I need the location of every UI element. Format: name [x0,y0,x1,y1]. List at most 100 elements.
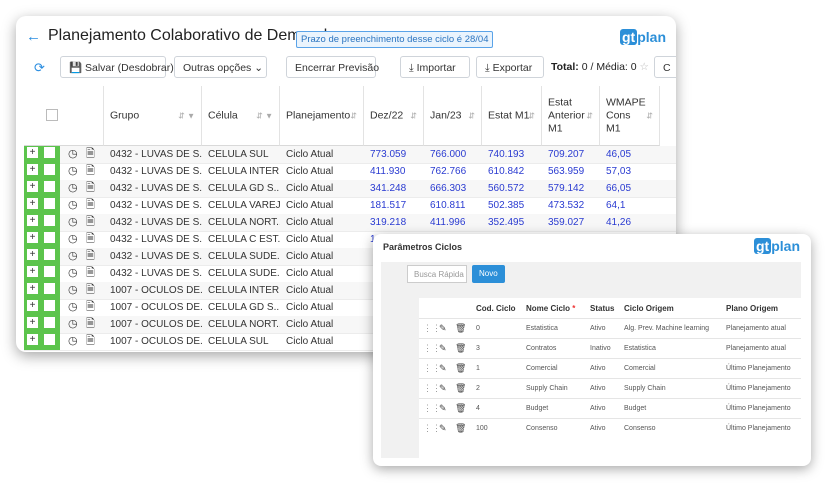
trash-icon[interactable]: 🗑 [455,403,466,414]
cell-5[interactable]: 740.193 [488,146,544,163]
close-forecast-button[interactable]: Encerrar Previsão [286,56,379,78]
expand-icon[interactable]: + [27,147,38,158]
other-options-dropdown[interactable]: Outras opções ⌄ [174,56,267,78]
cell-7[interactable]: 64,1 [606,197,660,214]
row-checkbox[interactable] [44,232,55,243]
trash-icon[interactable]: 🗑 [455,423,466,434]
cell-5[interactable]: 502.385 [488,197,544,214]
cell-3[interactable]: 319.218 [370,214,426,231]
expand-icon[interactable]: + [27,164,38,175]
document-icon[interactable]: 🗎 [86,180,95,197]
cell-3[interactable]: 411.930 [370,163,426,180]
quick-search-input[interactable]: Busca Rápida [407,265,467,283]
header-planejamento[interactable]: Planejamento ⇵ [280,86,364,146]
history-icon[interactable]: ◷ [68,163,78,180]
expand-icon[interactable]: + [27,300,38,311]
edit-icon[interactable]: ✎ [439,363,447,374]
cell-7[interactable]: 46,05 [606,146,660,163]
document-icon[interactable]: 🗎 [86,146,95,163]
edit-icon[interactable]: ✎ [439,383,447,394]
header-estat-anterior[interactable]: Estat Anterior M1 ⇵ [542,86,600,146]
row-checkbox[interactable] [44,181,55,192]
header-estat-m1[interactable]: Estat M1 ⇵ [482,86,542,146]
history-icon[interactable]: ◷ [68,316,78,333]
table-row[interactable]: ⋮⋮ ✎ 🗑 3 Contratos Inativo Estatistica Planejam… [419,338,801,358]
table-row[interactable]: ⋮⋮ ✎ 🗑 0 Estatistica Ativo Alg. Prev. Machine … [419,318,801,338]
document-icon[interactable]: 🗎 [86,197,95,214]
header-dez22[interactable]: Dez/22 ⇵ [364,86,424,146]
cell-3[interactable]: 341.248 [370,180,426,197]
document-icon[interactable]: 🗎 [86,299,95,316]
document-icon[interactable]: 🗎 [86,214,95,231]
trash-icon[interactable]: 🗑 [455,343,466,354]
expand-icon[interactable]: + [27,198,38,209]
header-jan23[interactable]: Jan/23 ⇵ [424,86,482,146]
trash-icon[interactable]: 🗑 [455,363,466,374]
row-checkbox[interactable] [44,283,55,294]
document-icon[interactable]: 🗎 [86,282,95,299]
export-button[interactable]: ⤓ Exportar [476,56,544,78]
trash-icon[interactable]: 🗑 [455,323,466,334]
row-checkbox[interactable] [44,215,55,226]
cell-6[interactable]: 709.207 [548,146,602,163]
save-button[interactable]: 💾 Salvar (Desdobrar) [60,56,174,78]
table-row[interactable]: ⋮⋮ ✎ 🗑 1 Comercial Ativo Comercial Último Plane… [419,358,801,378]
cell-5[interactable]: 560.572 [488,180,544,197]
cell-7[interactable]: 66,05 [606,180,660,197]
cell-6[interactable]: 473.532 [548,197,602,214]
expand-icon[interactable]: + [27,232,38,243]
history-icon[interactable]: ◷ [68,265,78,282]
cell-6[interactable]: 563.959 [548,163,602,180]
row-checkbox[interactable] [44,334,55,345]
row-checkbox[interactable] [44,300,55,311]
row-checkbox[interactable] [44,198,55,209]
col-ciclo-origem[interactable]: Ciclo Origem [624,304,674,313]
expand-icon[interactable]: + [27,266,38,277]
table-row[interactable]: ⋮⋮ ✎ 🗑 4 Budget Ativo Budget Último Planejament… [419,398,801,418]
history-icon[interactable]: ◷ [68,180,78,197]
row-checkbox[interactable] [44,317,55,328]
table-row[interactable]: + ◷ 🗎 0432 - LUVAS DE S... CELULA NORT... Cic… [24,214,676,232]
edit-icon[interactable]: ✎ [439,323,447,334]
col-cod-ciclo[interactable]: Cod. Ciclo [476,304,516,313]
table-row[interactable]: ⋮⋮ ✎ 🗑 2 Supply Chain Ativo Supply Chain Último… [419,378,801,398]
table-row[interactable]: + ◷ 🗎 0432 - LUVAS DE S... CELULA SUL Ciclo A… [24,146,676,164]
edit-icon[interactable]: ✎ [439,343,447,354]
col-nome-ciclo[interactable]: Nome Ciclo * [526,304,575,313]
expand-icon[interactable]: + [27,215,38,226]
cell-4[interactable]: 666.303 [430,180,484,197]
trash-icon[interactable]: 🗑 [455,383,466,394]
cell-6[interactable]: 359.027 [548,214,602,231]
document-icon[interactable]: 🗎 [86,248,95,265]
select-all-checkbox[interactable] [46,109,58,121]
cell-4[interactable]: 610.811 [430,197,484,214]
document-icon[interactable]: 🗎 [86,231,95,248]
col-plano-origem[interactable]: Plano Origem [726,304,778,313]
history-icon[interactable]: ◷ [68,214,78,231]
expand-icon[interactable]: + [27,181,38,192]
document-icon[interactable]: 🗎 [86,333,95,350]
import-button[interactable]: ⤓ Importar [400,56,470,78]
cell-4[interactable]: 411.996 [430,214,484,231]
cell-5[interactable]: 352.495 [488,214,544,231]
new-button[interactable]: Novo [472,265,505,283]
expand-icon[interactable]: + [27,249,38,260]
history-icon[interactable]: ◷ [68,282,78,299]
table-row[interactable]: ⋮⋮ ✎ 🗑 100 Consenso Ativo Consenso Último Plane… [419,418,801,438]
header-wmape[interactable]: WMAPE Cons M1 ⇵ [600,86,660,146]
edit-icon[interactable]: ✎ [439,403,447,414]
refresh-icon[interactable]: ⟳ [34,60,45,76]
cell-6[interactable]: 579.142 [548,180,602,197]
history-icon[interactable]: ◷ [68,197,78,214]
table-row[interactable]: + ◷ 🗎 0432 - LUVAS DE S... CELULA VAREJO Cicl… [24,197,676,215]
row-checkbox[interactable] [44,147,55,158]
header-grupo[interactable]: Grupo ⇵ ▼ [104,86,202,146]
extra-button[interactable]: C [654,56,676,78]
edit-icon[interactable]: ✎ [439,423,447,434]
history-icon[interactable]: ◷ [68,333,78,350]
history-icon[interactable]: ◷ [68,146,78,163]
col-status[interactable]: Status [590,304,614,313]
expand-icon[interactable]: + [27,317,38,328]
history-icon[interactable]: ◷ [68,231,78,248]
document-icon[interactable]: 🗎 [86,265,95,282]
